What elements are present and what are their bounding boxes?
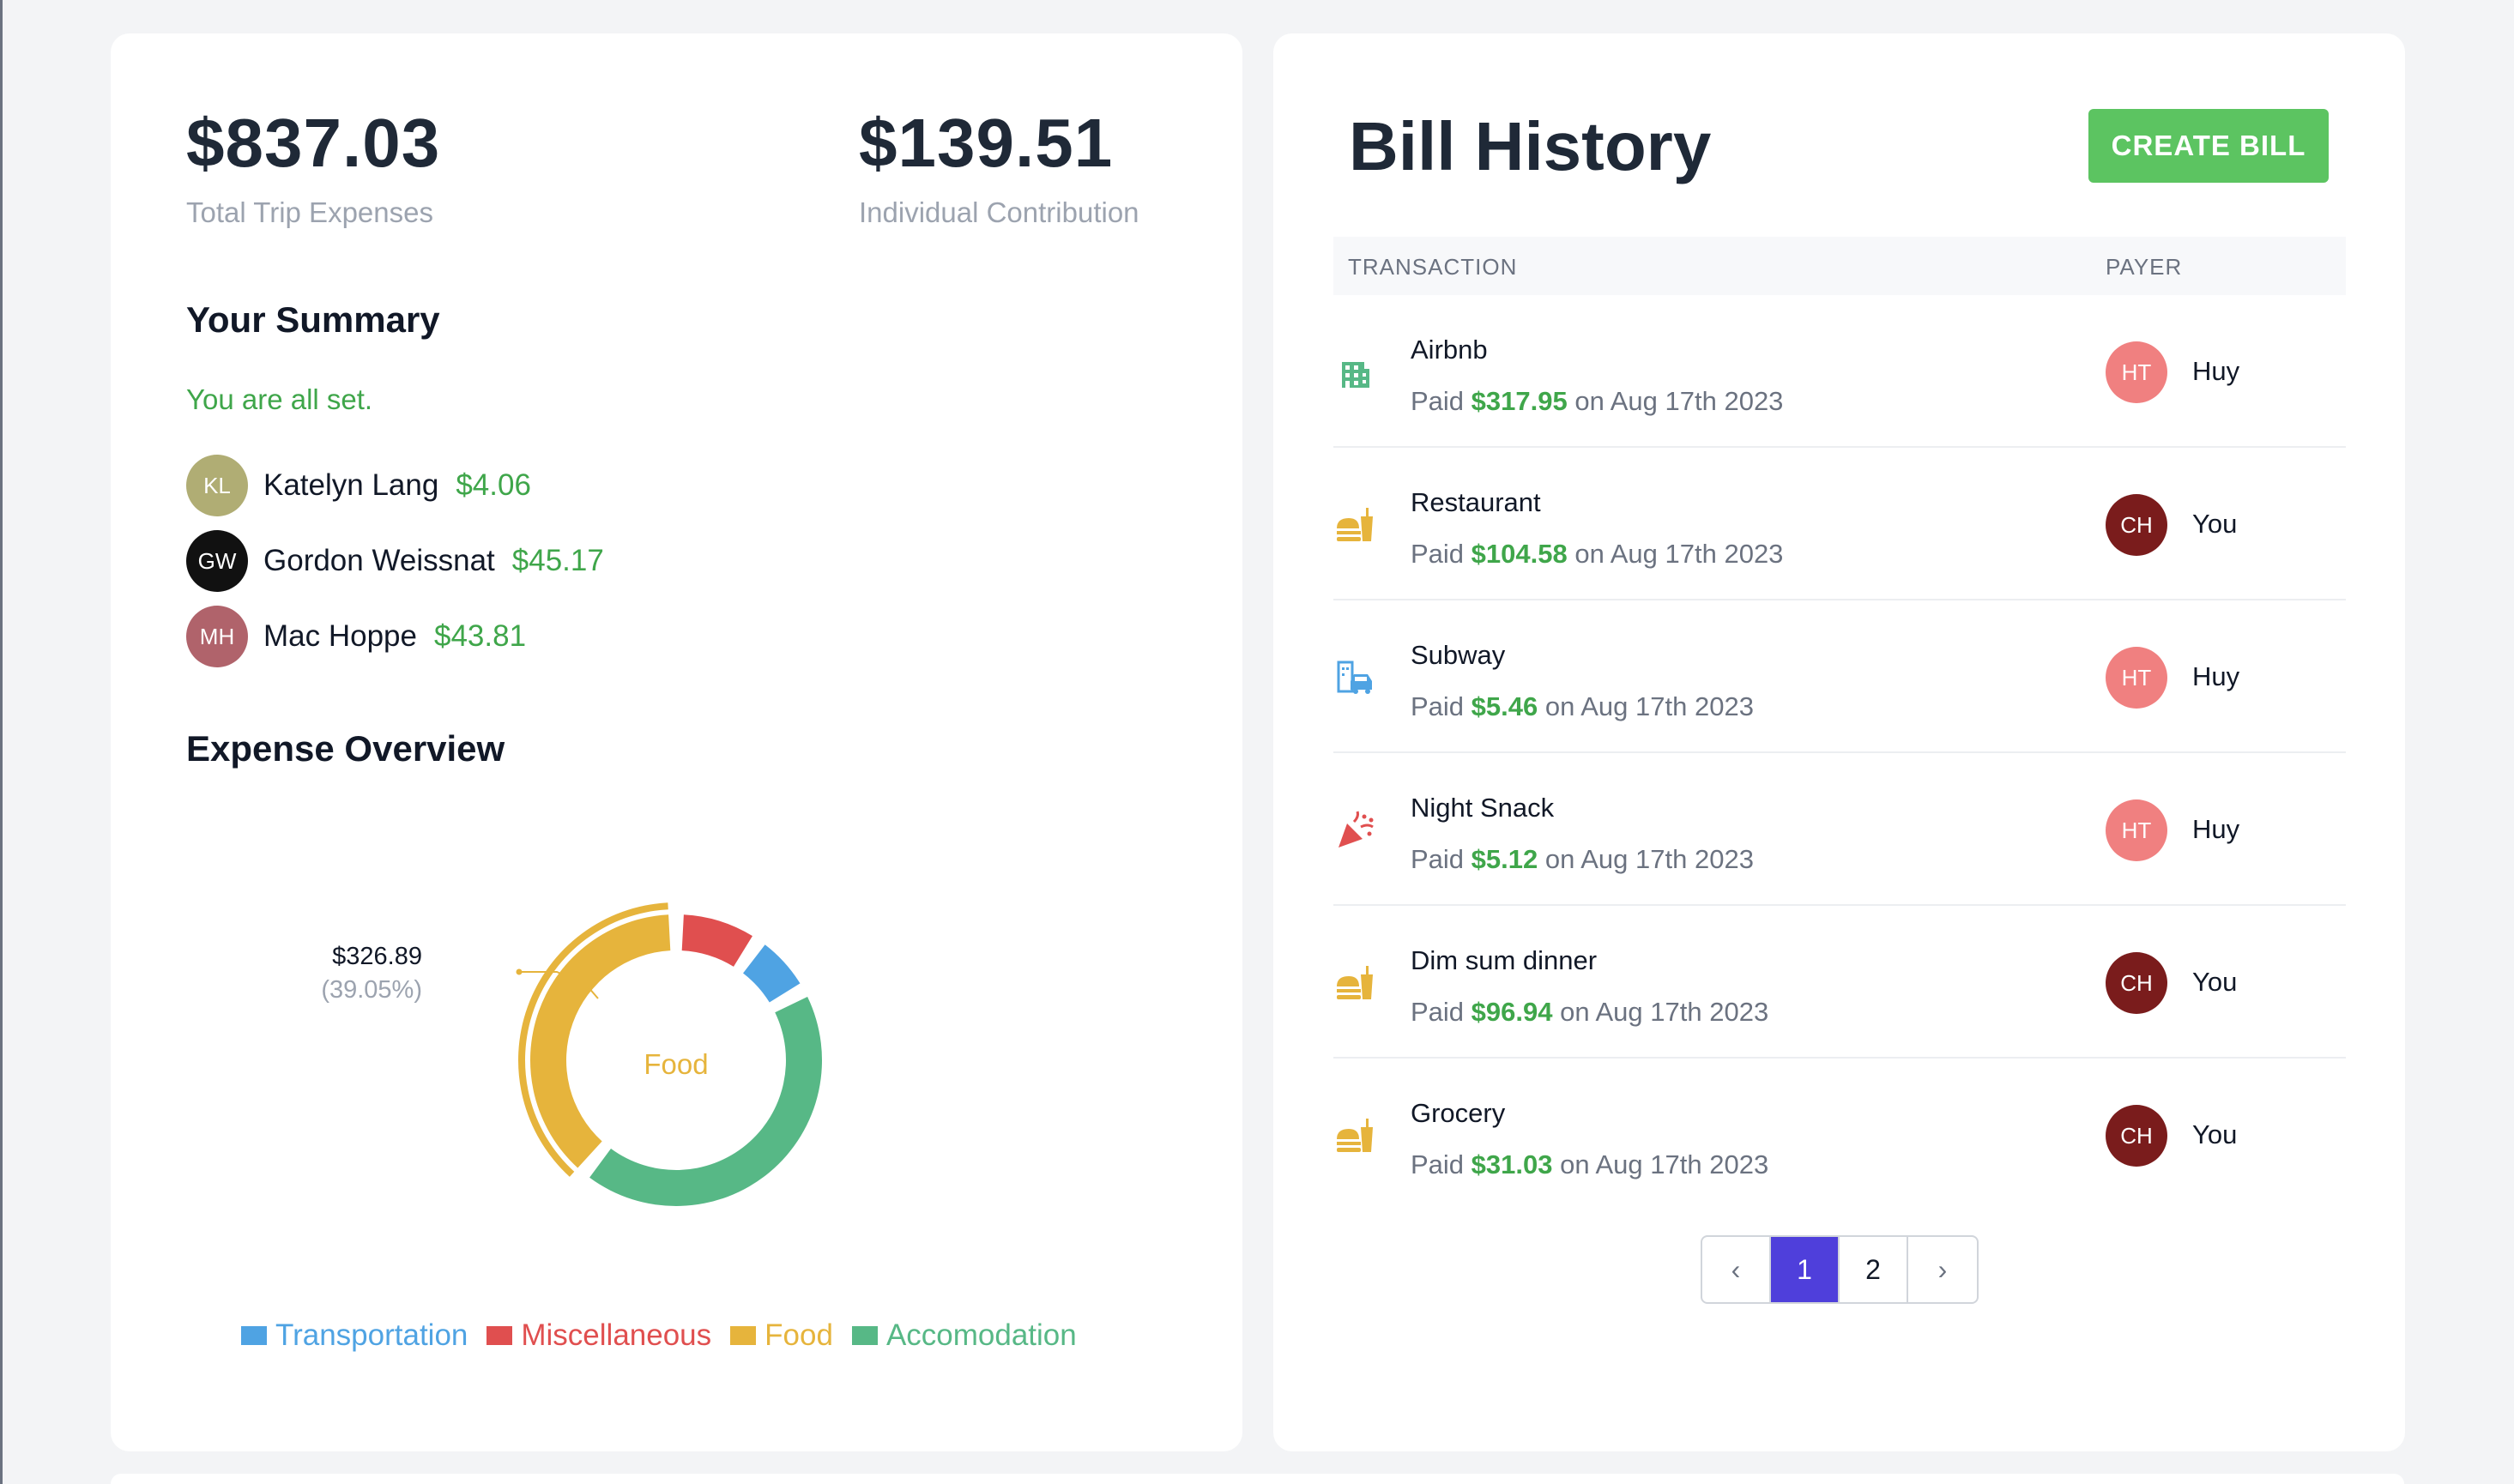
transaction-detail: Paid $96.94 on Aug 17th 2023 — [1411, 997, 1768, 1028]
table-row[interactable]: Airbnb Paid $317.95 on Aug 17th 2023 HT … — [1333, 295, 2346, 448]
transaction-date: on Aug 17th 2023 — [1560, 997, 1769, 1027]
transaction-amount: $5.46 — [1471, 691, 1538, 721]
transaction-amount: $96.94 — [1471, 997, 1553, 1027]
transaction-title: Grocery — [1411, 1098, 1506, 1128]
next-card-edge — [111, 1474, 2404, 1484]
payer-avatar: CH — [2106, 952, 2167, 1014]
payer-avatar: HT — [2106, 799, 2167, 861]
transaction-detail: Paid $104.58 on Aug 17th 2023 — [1411, 539, 1783, 570]
legend-item-miscellaneous[interactable]: Miscellaneous — [486, 1318, 711, 1353]
page-1-button[interactable]: 1 — [1771, 1237, 1840, 1302]
transaction-amount: $104.58 — [1471, 539, 1568, 569]
transaction-date: on Aug 17th 2023 — [1560, 1149, 1769, 1179]
expense-donut-chart: Food $326.89 (39.05%) — [321, 902, 823, 1207]
paid-label: Paid — [1411, 844, 1465, 874]
legend-swatch — [730, 1326, 757, 1345]
payer-name: You — [2192, 509, 2238, 539]
legend-label: Accomodation — [885, 1318, 1077, 1352]
transaction-amount: $31.03 — [1471, 1149, 1553, 1179]
legend-label: Food — [764, 1318, 833, 1352]
callout-value: $326.89 — [332, 943, 422, 970]
chart-legend: Transportation Miscellaneous Food Accomo… — [241, 1318, 1096, 1353]
transaction-title: Subway — [1411, 640, 1506, 670]
food-icon — [1337, 966, 1373, 999]
table-row[interactable]: Dim sum dinner Paid $96.94 on Aug 17th 2… — [1333, 906, 2346, 1059]
transaction-date: on Aug 17th 2023 — [1544, 844, 1754, 874]
legend-label: Miscellaneous — [521, 1318, 712, 1352]
callout-percent: (39.05%) — [321, 976, 422, 1004]
donut-slice-accomodation[interactable] — [589, 997, 823, 1207]
transaction-title: Restaurant — [1411, 487, 1541, 517]
payer-avatar: CH — [2106, 494, 2167, 556]
food-icon — [1337, 508, 1373, 541]
table-row[interactable]: Night Snack Paid $5.12 on Aug 17th 2023 … — [1333, 753, 2346, 906]
page-2-button[interactable]: 2 — [1840, 1237, 1908, 1302]
callout-dot — [516, 968, 523, 975]
paid-label: Paid — [1411, 539, 1465, 569]
legend-swatch — [851, 1326, 878, 1345]
table-row[interactable]: Restaurant Paid $104.58 on Aug 17th 2023… — [1333, 448, 2346, 600]
payer-name: Huy — [2192, 356, 2240, 386]
window-edge — [0, 0, 3, 1484]
column-header-payer: PAYER — [2106, 254, 2183, 280]
transaction-title: Dim sum dinner — [1411, 945, 1598, 975]
table-row[interactable]: Subway Paid $5.46 on Aug 17th 2023 HT Hu… — [1333, 600, 2346, 753]
paid-label: Paid — [1411, 386, 1465, 416]
trip-summary-card: $837.03 Total Trip Expenses $139.51 Indi… — [111, 33, 1242, 1451]
transaction-date: on Aug 17th 2023 — [1544, 691, 1754, 721]
legend-item-food[interactable]: Food — [730, 1318, 833, 1353]
previous-page-button[interactable]: ‹ — [1702, 1237, 1771, 1302]
transaction-amount: $317.95 — [1471, 386, 1568, 416]
table-header: TRANSACTION PAYER — [1333, 237, 2346, 295]
bill-history-title: Bill History — [1349, 108, 1712, 184]
payer-name: You — [2192, 1119, 2238, 1149]
donut-slice-transportation[interactable] — [743, 944, 801, 1003]
next-page-button[interactable]: › — [1908, 1237, 1977, 1302]
bill-history-card: Bill History CREATE BILL TRANSACTION PAY… — [1273, 33, 2405, 1451]
payer-name: Huy — [2192, 661, 2240, 691]
payer-avatar: CH — [2106, 1105, 2167, 1167]
column-header-transaction: TRANSACTION — [1348, 254, 1518, 280]
transaction-date: on Aug 17th 2023 — [1574, 386, 1784, 416]
pagination: ‹ 1 2 › — [1701, 1235, 1979, 1304]
legend-item-accomodation[interactable]: Accomodation — [851, 1318, 1077, 1353]
payer-avatar: HT — [2106, 341, 2167, 403]
hotel-icon — [1342, 362, 1369, 388]
legend-swatch — [486, 1326, 513, 1345]
food-icon — [1337, 1119, 1373, 1152]
paid-label: Paid — [1411, 691, 1465, 721]
transaction-date: on Aug 17th 2023 — [1574, 539, 1784, 569]
create-bill-button[interactable]: CREATE BILL — [2088, 109, 2329, 183]
donut-center-label: Food — [644, 1048, 708, 1080]
transaction-title: Airbnb — [1411, 335, 1488, 365]
legend-item-transportation[interactable]: Transportation — [241, 1318, 468, 1353]
donut-slice-food[interactable] — [530, 914, 671, 1168]
paid-label: Paid — [1411, 997, 1465, 1027]
legend-swatch — [241, 1326, 267, 1345]
transaction-detail: Paid $317.95 on Aug 17th 2023 — [1411, 386, 1783, 417]
payer-name: You — [2192, 967, 2238, 997]
party-popper-icon — [1339, 811, 1374, 848]
payer-name: Huy — [2192, 814, 2240, 844]
donut-slice-miscellaneous[interactable] — [681, 914, 752, 967]
payer-avatar: HT — [2106, 647, 2167, 709]
transaction-detail: Paid $5.12 on Aug 17th 2023 — [1411, 844, 1754, 875]
transaction-amount: $5.12 — [1471, 844, 1538, 874]
table-row[interactable]: Grocery Paid $31.03 on Aug 17th 2023 CH … — [1333, 1059, 2346, 1211]
transaction-detail: Paid $31.03 on Aug 17th 2023 — [1411, 1149, 1768, 1180]
transaction-detail: Paid $5.46 on Aug 17th 2023 — [1411, 691, 1754, 722]
transaction-title: Night Snack — [1411, 793, 1555, 823]
transportation-icon — [1337, 661, 1372, 694]
paid-label: Paid — [1411, 1149, 1465, 1179]
legend-label: Transportation — [275, 1318, 468, 1352]
